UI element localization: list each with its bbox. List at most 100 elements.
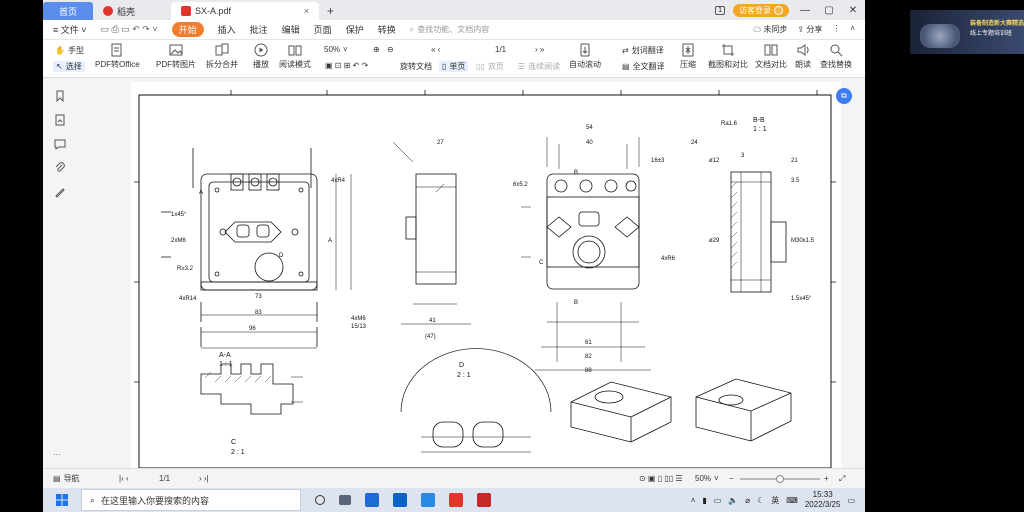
menu-page[interactable]: 页面 bbox=[314, 23, 332, 36]
store-icon[interactable] bbox=[365, 493, 379, 507]
read-mode-button[interactable]: 阅读模式 bbox=[279, 43, 311, 70]
hand-tool[interactable]: ✋ 手型 bbox=[55, 45, 84, 56]
zoom-in-button[interactable]: ⊕ bbox=[373, 45, 380, 54]
login-button[interactable]: 访客登录 bbox=[733, 3, 789, 17]
read-aloud-button[interactable]: 朗读 bbox=[795, 43, 811, 70]
menu-quick-icons[interactable]: ▭ ⎙ ▭ ↶ ↷ ˅ bbox=[101, 24, 158, 35]
more-icon[interactable]: ⋮ bbox=[832, 24, 840, 35]
dim-4xr14: 4xR14 bbox=[179, 296, 197, 302]
close-tab-icon[interactable]: × bbox=[304, 6, 309, 16]
screenshot-compare-button[interactable]: 截图和对比 bbox=[708, 43, 748, 70]
nav-arrows[interactable]: « ‹ bbox=[431, 45, 440, 54]
bookmark-icon[interactable] bbox=[54, 90, 66, 103]
status-nav-next[interactable]: › ›| bbox=[199, 474, 209, 483]
zoom-slider[interactable] bbox=[740, 475, 820, 483]
menu-insert[interactable]: 插入 bbox=[218, 23, 236, 36]
status-nav-prev[interactable]: |‹ ‹ bbox=[119, 474, 129, 483]
sync-status[interactable]: ☁ 未同步 bbox=[753, 24, 787, 35]
play-button[interactable]: 播放 bbox=[253, 43, 269, 70]
search-placeholder: 查找功能、文档内容 bbox=[417, 25, 490, 34]
keyboard-icon[interactable]: ⌨ bbox=[786, 496, 798, 505]
continuous-button[interactable]: ☰ 连续阅读 bbox=[518, 61, 560, 72]
zoom-slider-knob[interactable] bbox=[776, 475, 784, 483]
dim-54: 54 bbox=[586, 125, 593, 131]
pdf-to-office-button[interactable]: PDF转Office bbox=[95, 43, 140, 70]
zoom-out-button[interactable]: ⊖ bbox=[387, 45, 394, 54]
menu-annotate[interactable]: 批注 bbox=[250, 23, 268, 36]
nav-toggle[interactable]: ▤ 导航 bbox=[53, 473, 80, 484]
find-replace-button[interactable]: 查找替换 bbox=[820, 43, 852, 70]
menu-protect[interactable]: 保护 bbox=[346, 23, 364, 36]
tab-count-badge[interactable]: 1 bbox=[715, 5, 725, 15]
right-scroll-area[interactable] bbox=[841, 82, 865, 468]
select-tool[interactable]: ↖ 选择 bbox=[53, 61, 85, 72]
page-number[interactable]: 1/1 bbox=[495, 45, 506, 54]
photos-icon[interactable] bbox=[421, 493, 435, 507]
windows-start-icon[interactable] bbox=[53, 488, 71, 512]
taskbar-search[interactable]: ⌕ 在这里输入你要搜索的内容 bbox=[81, 489, 301, 511]
attachment-icon[interactable] bbox=[54, 162, 66, 174]
wps-icon[interactable] bbox=[449, 493, 463, 507]
zoom-in-small[interactable]: + bbox=[824, 474, 829, 483]
maximize-icon[interactable]: ▢ bbox=[821, 5, 837, 16]
rotate-doc-button[interactable]: 旋转文档 bbox=[400, 61, 432, 72]
more-dots-icon[interactable]: ··· bbox=[53, 450, 61, 459]
dim-4xm6: 4xM6 bbox=[351, 316, 366, 322]
share-button[interactable]: ⇪ 分享 bbox=[797, 24, 822, 35]
single-label: 单页 bbox=[449, 62, 466, 71]
pdf-to-image-button[interactable]: PDF转图片 bbox=[156, 43, 196, 70]
moon-icon[interactable]: ☾ bbox=[757, 496, 764, 505]
dim-47: (47) bbox=[425, 334, 436, 340]
status-zoom[interactable]: 50% ˅ bbox=[695, 474, 719, 483]
input-lang[interactable]: 英 bbox=[771, 495, 779, 506]
menu-edit[interactable]: 编辑 bbox=[282, 23, 300, 36]
ime-icon[interactable]: ⌀ bbox=[745, 496, 750, 505]
cortana-icon[interactable] bbox=[315, 495, 325, 505]
view-mode-icons[interactable]: ⊙ ▣ ▯ ▯▯ ☰ bbox=[639, 474, 683, 483]
minimize-icon[interactable]: — bbox=[797, 5, 813, 16]
status-page[interactable]: 1/1 bbox=[159, 474, 170, 483]
search-box[interactable]: ⌕ 查找功能、文档内容 bbox=[410, 24, 489, 35]
comment-icon[interactable] bbox=[54, 138, 66, 150]
find-icon bbox=[829, 43, 843, 57]
mic-icon[interactable]: ▮ bbox=[702, 496, 706, 505]
new-tab-button[interactable]: + bbox=[319, 2, 342, 20]
thumbnail-icon[interactable] bbox=[54, 114, 66, 126]
doc-compare-button[interactable]: 文档对比 bbox=[755, 43, 787, 70]
zoom-out-small[interactable]: − bbox=[729, 474, 734, 483]
menu-start[interactable]: 开始 bbox=[171, 22, 204, 37]
tab-active-pdf[interactable]: SX-A.pdf × bbox=[171, 2, 319, 20]
auto-scroll-button[interactable]: 自动滚动 bbox=[569, 43, 601, 70]
floating-tool-icon[interactable]: ⧉ bbox=[836, 88, 852, 104]
engineering-drawing: A A B B C D B-B 1 : 1 A-A 1 : 1 C 2 : 1 … bbox=[134, 90, 836, 468]
view-tools[interactable]: ▣ ⊡ ⊞ ↶ ↷ bbox=[325, 61, 368, 70]
full-translate-button[interactable]: ▤ 全文翻译 bbox=[622, 61, 665, 72]
close-window-icon[interactable]: ✕ bbox=[845, 5, 861, 16]
signature-icon[interactable] bbox=[54, 186, 66, 198]
collapse-icon[interactable]: ˄ bbox=[850, 24, 855, 35]
network-icon[interactable]: ▭ bbox=[714, 496, 722, 505]
tray-chevron-icon[interactable]: ˄ bbox=[691, 496, 696, 505]
wps-pdf-icon[interactable] bbox=[477, 493, 491, 507]
split-icon bbox=[215, 43, 229, 57]
double-page-button[interactable]: ▯▯ 双页 bbox=[476, 61, 504, 72]
dim-6x5: 6x5.2 bbox=[513, 182, 528, 188]
clock[interactable]: 15:33 2022/3/25 bbox=[805, 490, 841, 510]
split-merge-button[interactable]: 拆分合并 bbox=[206, 43, 238, 70]
tab-home[interactable]: 首页 bbox=[43, 2, 93, 20]
single-page-button[interactable]: ▯ 单页 bbox=[439, 61, 469, 72]
menu-file[interactable]: ≡ 文件 ˅ bbox=[53, 23, 87, 36]
tab-docer[interactable]: 稻壳 bbox=[93, 2, 171, 20]
task-view-icon[interactable] bbox=[339, 495, 351, 505]
mail-icon[interactable] bbox=[393, 493, 407, 507]
fit-page-icon[interactable]: ⤢ bbox=[839, 474, 845, 484]
nav-arrows-next[interactable]: › » bbox=[535, 45, 544, 54]
notification-icon[interactable]: ▭ bbox=[847, 496, 855, 505]
compress-button[interactable]: 压缩 bbox=[680, 43, 696, 70]
dim-phi12: ø12 bbox=[709, 158, 720, 164]
menu-convert[interactable]: 转换 bbox=[378, 23, 396, 36]
speaker-icon[interactable]: 🔈 bbox=[728, 496, 738, 505]
word-translate-button[interactable]: ⇄ 划词翻译 bbox=[622, 45, 664, 56]
drawing-label-B: B bbox=[574, 170, 578, 176]
zoom-select[interactable]: 50% ˅ bbox=[324, 45, 348, 54]
